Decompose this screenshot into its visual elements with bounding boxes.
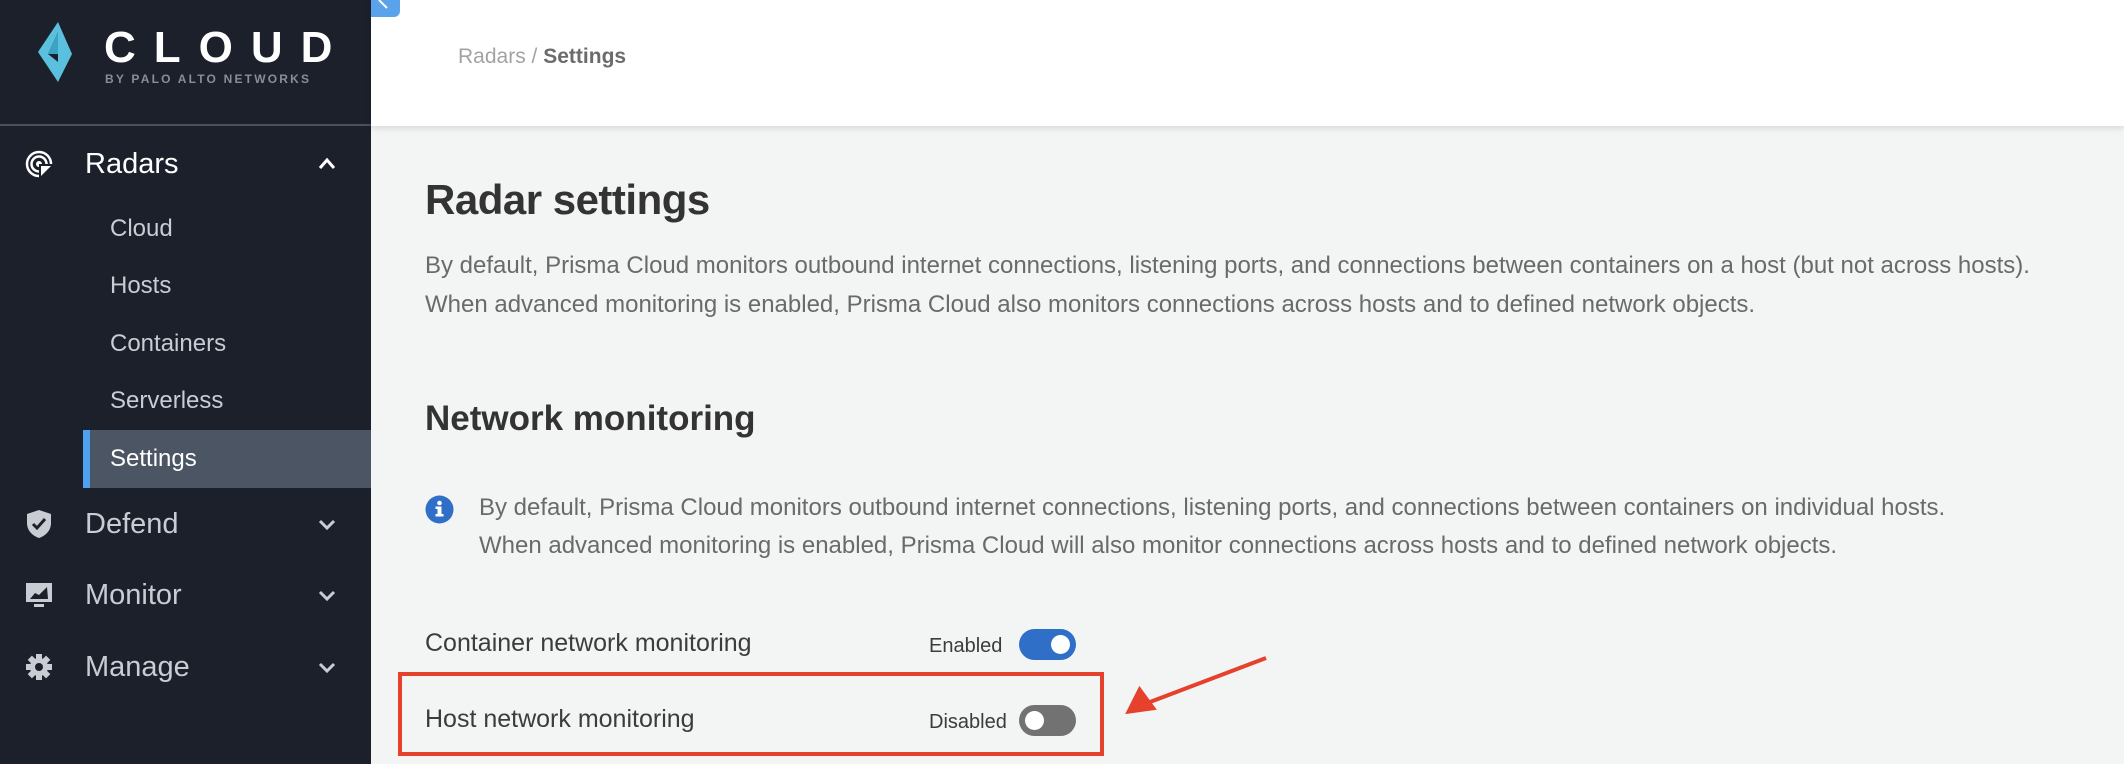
description-line: When advanced monitoring is enabled, Pri… bbox=[425, 291, 1756, 318]
setting-state-label: Enabled bbox=[929, 635, 1003, 657]
host-network-monitoring-toggle[interactable] bbox=[1019, 705, 1076, 736]
sidebar-item-label: Hosts bbox=[110, 272, 172, 299]
sidebar-item-label: Cloud bbox=[110, 215, 173, 242]
radar-icon bbox=[24, 149, 54, 179]
breadcrumb: Radars / Settings bbox=[458, 45, 626, 69]
shield-check-icon bbox=[24, 509, 54, 539]
chevron-down-icon[interactable] bbox=[316, 584, 338, 606]
chevron-down-icon[interactable] bbox=[316, 656, 338, 678]
sidebar-group-label: Manage bbox=[85, 650, 190, 683]
page-description: By default, Prisma Cloud monitors outbou… bbox=[425, 246, 2030, 324]
container-network-monitoring-toggle[interactable] bbox=[1019, 629, 1076, 660]
setting-row-container-network-monitoring: Container network monitoring Enabled bbox=[425, 629, 1125, 673]
sidebar-item-label: Serverless bbox=[110, 387, 224, 414]
chevron-up-icon[interactable] bbox=[316, 153, 338, 175]
sidebar-group-defend[interactable]: Defend bbox=[0, 495, 371, 553]
info-message: By default, Prisma Cloud monitors outbou… bbox=[479, 489, 1945, 565]
sidebar-item-label: Containers bbox=[110, 330, 227, 357]
prisma-logo-icon bbox=[38, 22, 72, 82]
sidebar-item-serverless[interactable]: Serverless bbox=[83, 372, 371, 430]
sidebar-item-containers[interactable]: Containers bbox=[83, 315, 371, 373]
sidebar-item-settings[interactable]: Settings bbox=[83, 430, 371, 488]
setting-state-label: Disabled bbox=[929, 711, 1007, 733]
collapse-sidebar-button[interactable] bbox=[371, 0, 400, 17]
sidebar-group-radars[interactable]: Radars bbox=[0, 135, 371, 193]
info-line: By default, Prisma Cloud monitors outbou… bbox=[479, 494, 1946, 521]
brand-name: CLOUD bbox=[104, 23, 351, 72]
sidebar-group-monitor[interactable]: Monitor bbox=[0, 566, 371, 624]
sidebar-item-label: Settings bbox=[110, 445, 197, 472]
breadcrumb-current: Settings bbox=[543, 45, 627, 68]
page-title: Radar settings bbox=[425, 176, 710, 223]
gear-icon bbox=[24, 652, 54, 682]
section-title-network-monitoring: Network monitoring bbox=[425, 399, 756, 438]
brand-subtitle: BY PALO ALTO NETWORKS bbox=[105, 72, 312, 86]
info-line: When advanced monitoring is enabled, Pri… bbox=[479, 532, 1838, 559]
sidebar-group-manage[interactable]: Manage bbox=[0, 638, 371, 696]
monitor-chart-icon bbox=[24, 580, 54, 610]
setting-label: Host network monitoring bbox=[425, 705, 695, 733]
info-icon bbox=[425, 495, 454, 524]
sidebar-item-hosts[interactable]: Hosts bbox=[83, 257, 371, 315]
description-line: By default, Prisma Cloud monitors outbou… bbox=[425, 252, 2030, 279]
chevron-left-icon bbox=[378, 0, 388, 9]
brand-logo[interactable]: CLOUD BY PALO ALTO NETWORKS bbox=[0, 0, 371, 126]
separator-text: / bbox=[531, 45, 538, 68]
breadcrumb-separator: / bbox=[532, 45, 544, 68]
breadcrumb-radars[interactable]: Radars bbox=[458, 45, 526, 68]
toggle-knob bbox=[1051, 635, 1070, 654]
toggle-knob bbox=[1025, 711, 1044, 730]
chevron-down-icon[interactable] bbox=[316, 513, 338, 535]
top-header: Radars / Settings bbox=[371, 0, 2124, 126]
sidebar: CLOUD BY PALO ALTO NETWORKS Radars Cloud… bbox=[0, 0, 371, 764]
sidebar-group-label: Monitor bbox=[85, 578, 182, 611]
annotation-arrow-icon bbox=[1125, 656, 1267, 715]
setting-row-host-network-monitoring: Host network monitoring Disabled bbox=[425, 705, 1125, 749]
sidebar-group-label: Defend bbox=[85, 507, 179, 540]
setting-label: Container network monitoring bbox=[425, 629, 752, 657]
sidebar-group-label: Radars bbox=[85, 147, 179, 180]
sidebar-item-cloud[interactable]: Cloud bbox=[83, 200, 371, 258]
